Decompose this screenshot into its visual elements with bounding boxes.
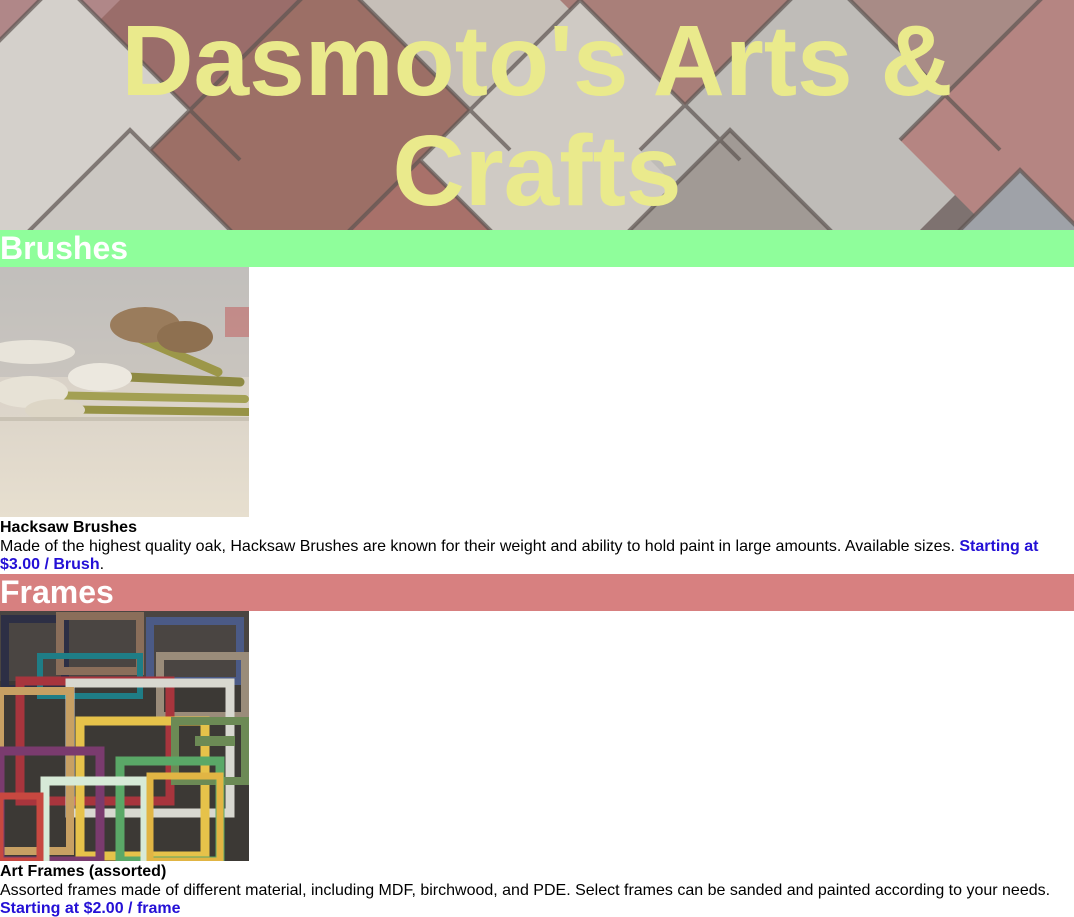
product-name-frames: Art Frames (assorted) [0, 863, 167, 880]
product-description-brushes: Made of the highest quality oak, Hacksaw… [0, 538, 1074, 574]
product-name-brushes: Hacksaw Brushes [0, 519, 137, 536]
header-banner: Dasmoto's Arts & Crafts [0, 0, 1074, 230]
brushes-heading: Brushes [0, 230, 1074, 267]
page: Dasmoto's Arts & Crafts Brushes Hacksaw … [0, 0, 1074, 917]
description-text: Assorted frames made of different materi… [0, 882, 1051, 899]
frames-heading: Frames [0, 574, 1074, 611]
page-title: Dasmoto's Arts & Crafts [121, 5, 953, 227]
price-frames: Starting at $2.00 / frame [0, 900, 181, 917]
description-text: Made of the highest quality oak, Hacksaw… [0, 538, 955, 555]
product-description-frames: Assorted frames made of different materi… [0, 882, 1074, 917]
art-frames-image [0, 611, 249, 861]
paint-brushes-photo-icon [0, 267, 249, 517]
art-frames-photo-icon [0, 611, 249, 861]
paint-brushes-image [0, 267, 249, 517]
price-suffix: . [99, 556, 105, 573]
